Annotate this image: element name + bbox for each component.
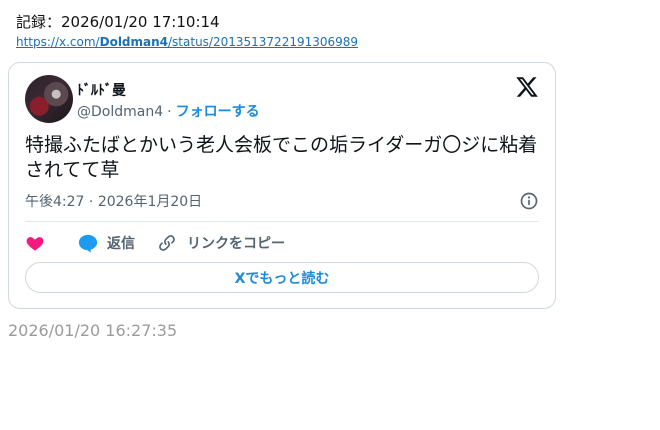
display-name[interactable]: ﾄﾞﾙﾄﾞ曼 [77,80,126,100]
avatar[interactable] [25,75,73,123]
link-icon [159,235,175,251]
handle[interactable]: @Doldman4 [77,104,163,120]
tweet-text: 特撮ふたばとかいう老人会板でこの垢ライダーガ〇ジに粘着されてて草 [25,134,538,181]
action-bar: 返信 リンクをコピー [25,231,285,255]
link-prefix: https://x.com/ [16,35,100,49]
divider [25,221,539,222]
capture-timestamp: 2026/01/20 16:27:35 [8,321,178,340]
source-link[interactable]: https://x.com/Doldman4/status/2013513722… [16,35,358,49]
info-icon[interactable] [519,191,539,211]
reply-label: 返信 [107,236,135,252]
tweet-card: ﾄﾞﾙﾄﾞ曼 @Doldman4 · フォローする 特撮ふたばとかいう老人会板でこの… [8,62,556,309]
tweet-meta[interactable]: 午後4:27 · 2026年1月20日 [25,191,202,211]
link-user: Doldman4 [99,35,169,49]
follow-button[interactable]: フォローする [176,104,260,120]
heart-icon [26,237,44,251]
handle-separator: · [167,104,172,120]
reply-button[interactable]: 返信 [77,233,135,253]
link-suffix: /status/2013513722191306989 [168,35,359,49]
tweet-date: 2026年1月20日 [97,194,203,210]
handle-row: @Doldman4 · フォローする [77,101,260,121]
read-more-button[interactable]: Xでもっと読む [25,262,539,293]
meta-separator: · [88,194,94,210]
record-timestamp: 記録：2026/01/20 17:10:14 [16,13,220,31]
reply-bubble-icon [78,234,98,253]
copy-link-button[interactable]: リンクをコピー [157,233,285,253]
copy-link-label: リンクをコピー [187,236,285,252]
like-button[interactable] [25,233,45,253]
x-logo-icon[interactable] [515,75,539,99]
tweet-time: 午後4:27 [25,194,85,210]
